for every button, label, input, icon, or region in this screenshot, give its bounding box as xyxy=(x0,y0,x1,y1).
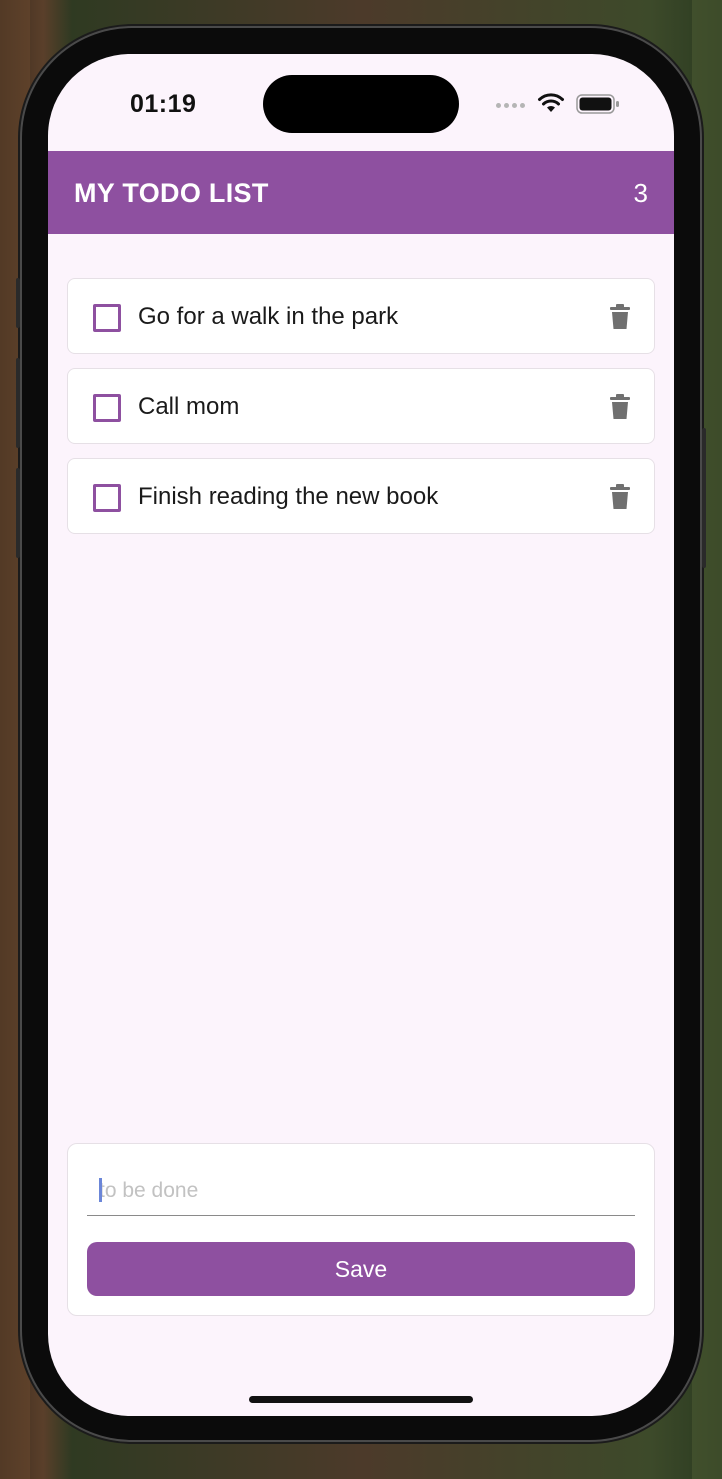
volume-down-button xyxy=(16,468,20,558)
wifi-icon xyxy=(538,93,564,112)
signal-icon xyxy=(496,103,525,108)
todo-checkbox[interactable] xyxy=(93,304,121,332)
status-time: 01:19 xyxy=(130,90,197,118)
status-bar: 01:19 xyxy=(48,54,674,150)
todo-text: Go for a walk in the park xyxy=(138,303,399,330)
app-bar: MY TODO LIST 3 xyxy=(48,151,674,234)
trash-icon[interactable] xyxy=(610,484,630,510)
todo-item: Finish reading the new book xyxy=(67,458,655,534)
todo-input[interactable] xyxy=(87,1166,635,1216)
save-button[interactable]: Save xyxy=(87,1242,635,1296)
trash-icon[interactable] xyxy=(610,394,630,420)
todo-list: Go for a walk in the park Call mom Finis… xyxy=(67,278,655,548)
app-screen: 01:19 MY TODO LIST 3 Go for a walk in th… xyxy=(48,54,674,1416)
dynamic-island xyxy=(263,75,459,133)
todo-text: Call mom xyxy=(138,393,240,420)
text-caret xyxy=(99,1178,102,1202)
app-title: MY TODO LIST xyxy=(74,178,269,208)
power-button xyxy=(702,428,706,568)
mute-switch xyxy=(16,278,20,328)
home-indicator[interactable] xyxy=(249,1396,473,1403)
trash-icon[interactable] xyxy=(610,304,630,330)
todo-count: 3 xyxy=(633,178,648,208)
todo-text: Finish reading the new book xyxy=(138,483,439,510)
volume-up-button xyxy=(16,358,20,448)
battery-icon xyxy=(576,94,619,114)
todo-item: Call mom xyxy=(67,368,655,444)
todo-checkbox[interactable] xyxy=(93,394,121,422)
todo-checkbox[interactable] xyxy=(93,484,121,512)
add-todo-form: Save xyxy=(67,1143,655,1316)
todo-item: Go for a walk in the park xyxy=(67,278,655,354)
